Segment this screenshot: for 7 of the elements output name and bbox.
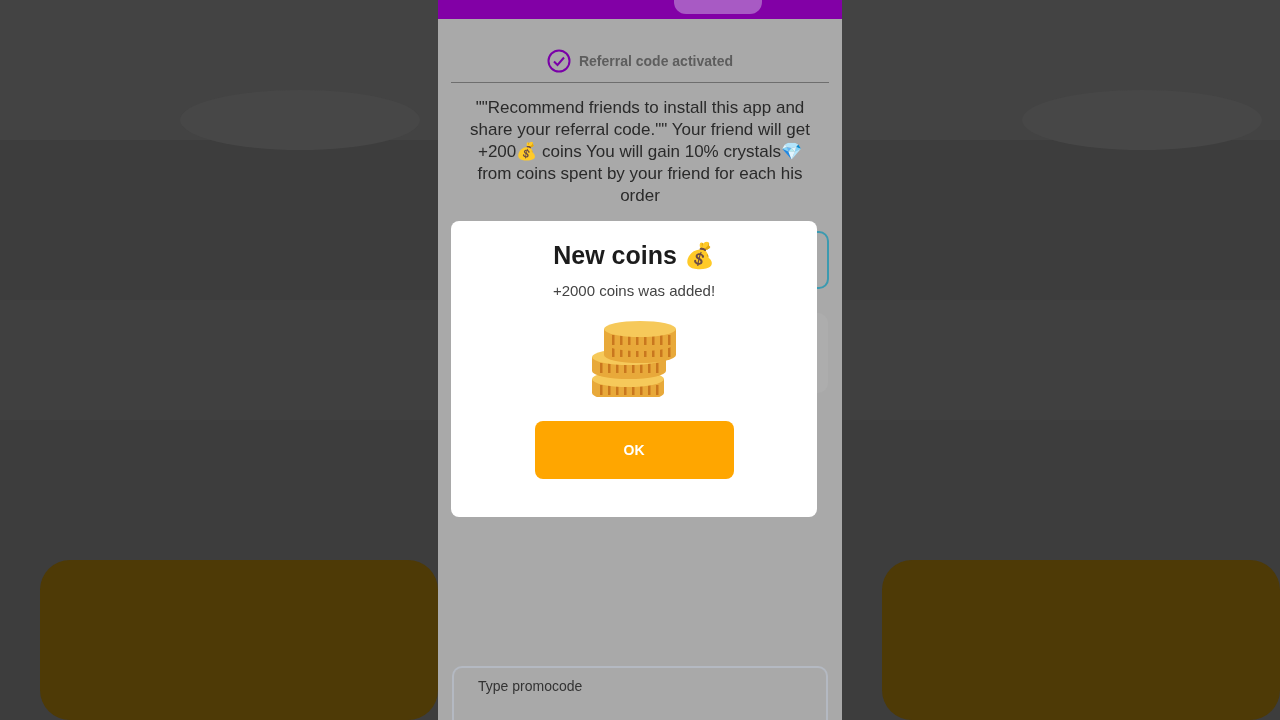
status-text: Referral code activated: [578, 53, 734, 69]
description-text: ""Recommend friends to install this app and share your referral code."" Your friend will get +200💰 coins You will gain 10% crystals💎 from coins spent by your friend for each his order: [469, 97, 811, 207]
promocode-field[interactable]: Type promocode: [452, 666, 828, 720]
coin-stack-icon: [590, 319, 678, 397]
ok-button[interactable]: OK: [534, 421, 734, 479]
dialog-title: New coins 💰: [553, 241, 715, 270]
dialog-message: +2000 coins was added!: [552, 282, 716, 299]
